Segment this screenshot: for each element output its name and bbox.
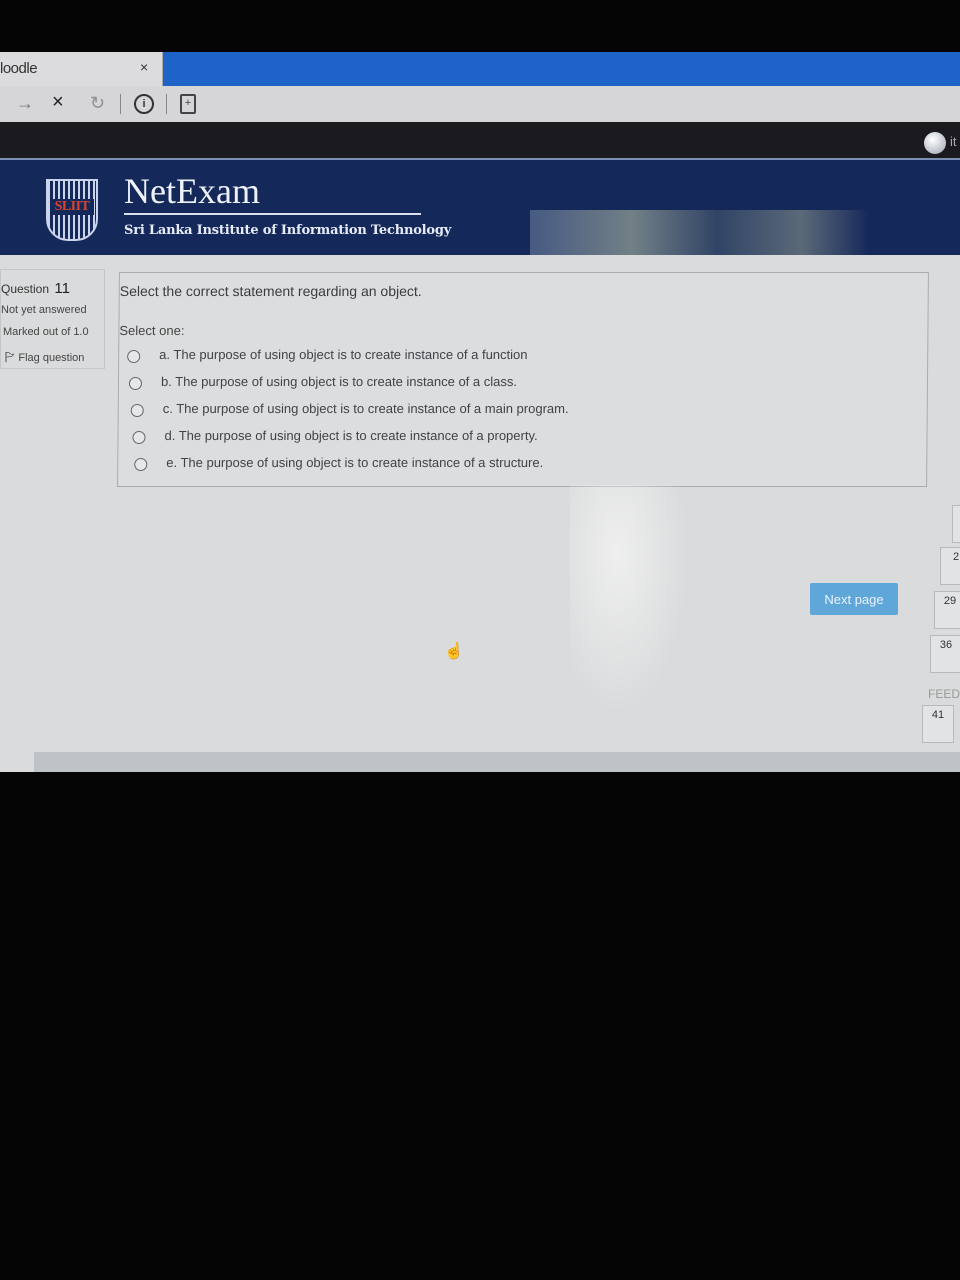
sliit-logo: SLIIT xyxy=(46,179,98,241)
laptop-screen: loodle × → × ↻ i + it SLIIT NetExam Sri … xyxy=(0,52,960,772)
quiz-nav-button[interactable]: 29 xyxy=(934,591,960,629)
question-number: Question 11 xyxy=(1,280,70,297)
answer-option-label: a. The purpose of using object is to cre… xyxy=(159,347,528,362)
user-avatar[interactable] xyxy=(924,132,946,154)
banner-image xyxy=(530,210,870,260)
toolbar-divider xyxy=(166,94,167,114)
browser-tab[interactable]: loodle × xyxy=(0,52,163,86)
title-divider xyxy=(124,213,421,215)
quiz-nav-button[interactable]: 1 xyxy=(952,505,960,543)
select-one-prompt: Select one: xyxy=(119,323,185,338)
answer-option-label: e. The purpose of using object is to cre… xyxy=(166,455,544,470)
reload-icon[interactable]: ↻ xyxy=(90,93,105,114)
quiz-navigation: 1 2 29 36 FEED 41 xyxy=(922,455,960,755)
question-panel: Select the correct statement regarding a… xyxy=(117,272,929,487)
flag-question-link[interactable]: 🏱︎ Flag question xyxy=(5,349,84,368)
question-info-panel: Question 11 Not yet answered Marked out … xyxy=(0,269,105,369)
toolbar-divider xyxy=(120,94,121,114)
next-page-button[interactable]: Next page xyxy=(810,583,898,615)
stop-icon[interactable]: × xyxy=(52,91,64,114)
answer-option-label: b. The purpose of using object is to cre… xyxy=(160,374,518,389)
question-number-value: 11 xyxy=(54,280,70,297)
browser-toolbar: → × ↻ i + xyxy=(0,86,960,123)
site-title: NetExam xyxy=(124,171,260,211)
question-mark: Marked out of 1.0 xyxy=(3,326,89,338)
radio-button[interactable] xyxy=(130,404,144,417)
page-icon[interactable]: + xyxy=(180,94,196,114)
logo-text: SLIIT xyxy=(50,199,94,215)
question-label: Question xyxy=(1,282,50,296)
flag-icon: 🏱︎ xyxy=(5,352,15,364)
radio-button[interactable] xyxy=(127,350,141,363)
site-info-icon[interactable]: i xyxy=(134,94,154,114)
question-state: Not yet answered xyxy=(1,304,87,316)
tab-title: loodle xyxy=(0,60,38,77)
quiz-nav-button[interactable]: 41 xyxy=(922,705,954,743)
radio-button[interactable] xyxy=(128,377,143,390)
question-text: Select the correct statement regarding a… xyxy=(119,283,422,299)
hand-cursor-icon: ☝ xyxy=(444,643,464,660)
answer-option-label: c. The purpose of using object is to cre… xyxy=(162,401,569,416)
radio-button[interactable] xyxy=(132,431,146,444)
tab-bar: loodle × xyxy=(0,52,960,86)
main-content: Question 11 Not yet answered Marked out … xyxy=(0,255,960,772)
quiz-nav-button[interactable]: 2 xyxy=(940,547,960,585)
radio-button[interactable] xyxy=(134,458,148,471)
answer-option-label: d. The purpose of using object is to cre… xyxy=(164,428,538,443)
page-top-bar xyxy=(0,122,960,158)
tab-close-icon[interactable]: × xyxy=(140,59,148,75)
quiz-nav-button[interactable]: 36 xyxy=(930,635,960,673)
site-subtitle: Sri Lanka Institute of Information Techn… xyxy=(124,223,452,238)
screen-glare xyxy=(570,485,690,715)
site-header: SLIIT NetExam Sri Lanka Institute of Inf… xyxy=(0,158,960,260)
screen-bottom-edge xyxy=(34,752,960,772)
forward-arrow-icon[interactable]: → xyxy=(16,93,34,114)
flag-label: Flag question xyxy=(18,352,85,364)
feedback-label: FEED xyxy=(928,687,960,701)
user-name-fragment[interactable]: it xyxy=(950,134,957,149)
